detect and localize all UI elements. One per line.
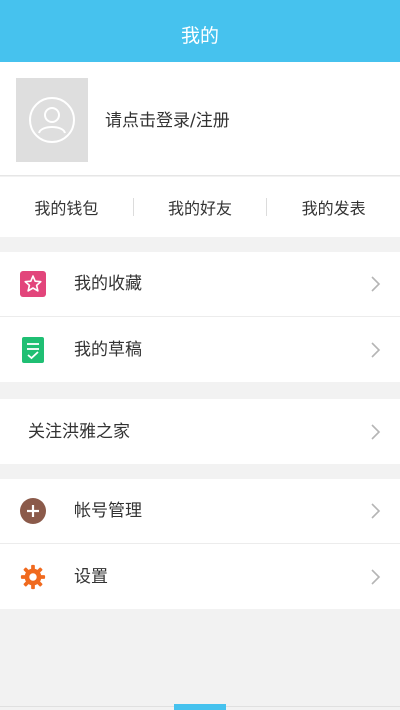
chevron-right-icon (371, 503, 381, 519)
user-icon (29, 97, 75, 143)
chevron-right-icon (371, 568, 381, 585)
chevron-right-icon (371, 341, 381, 358)
wallet-button[interactable]: 我的钱包 (0, 195, 133, 219)
chevron-right-icon (371, 276, 381, 292)
menu-group-collections: 我的收藏 我的草稿 (0, 252, 400, 382)
menu-label: 关注洪雅之家 (28, 421, 130, 442)
quick-actions: 我的钱包 我的好友 我的发表 (0, 177, 400, 237)
menu-item-follow[interactable]: 关注洪雅之家 (0, 399, 400, 464)
star-icon (20, 271, 46, 297)
login-register-link[interactable]: 请点击登录/注册 (105, 110, 230, 132)
plus-circle-icon (20, 498, 46, 524)
tab-indicator (174, 704, 226, 710)
avatar[interactable] (16, 78, 88, 162)
menu-group-follow: 关注洪雅之家 (0, 399, 400, 464)
draft-icon (20, 336, 46, 363)
menu-label: 我的草稿 (74, 339, 142, 360)
menu-label: 我的收藏 (74, 274, 142, 294)
gear-icon (20, 564, 46, 590)
profile-section[interactable]: 请点击登录/注册 (0, 62, 400, 176)
menu-label: 设置 (74, 566, 108, 587)
page-title: 我的 (180, 25, 219, 47)
menu-item-favorites[interactable]: 我的收藏 (0, 252, 400, 317)
menu-item-drafts[interactable]: 我的草稿 (0, 317, 400, 382)
menu-item-account[interactable]: 帐号管理 (0, 479, 400, 544)
friends-button[interactable]: 我的好友 (134, 195, 267, 219)
header-bar: 我的 (0, 0, 400, 62)
menu-group-account: 帐号管理 设置 (0, 479, 400, 609)
posts-button[interactable]: 我的发表 (267, 195, 400, 219)
menu-label: 帐号管理 (74, 501, 142, 521)
app-screen: 我的 请点击登录/注册 我的钱包 我的好友 我的发表 我的收藏 我的草稿 关注洪… (0, 0, 400, 710)
menu-item-settings[interactable]: 设置 (0, 544, 400, 609)
chevron-right-icon (371, 423, 381, 440)
